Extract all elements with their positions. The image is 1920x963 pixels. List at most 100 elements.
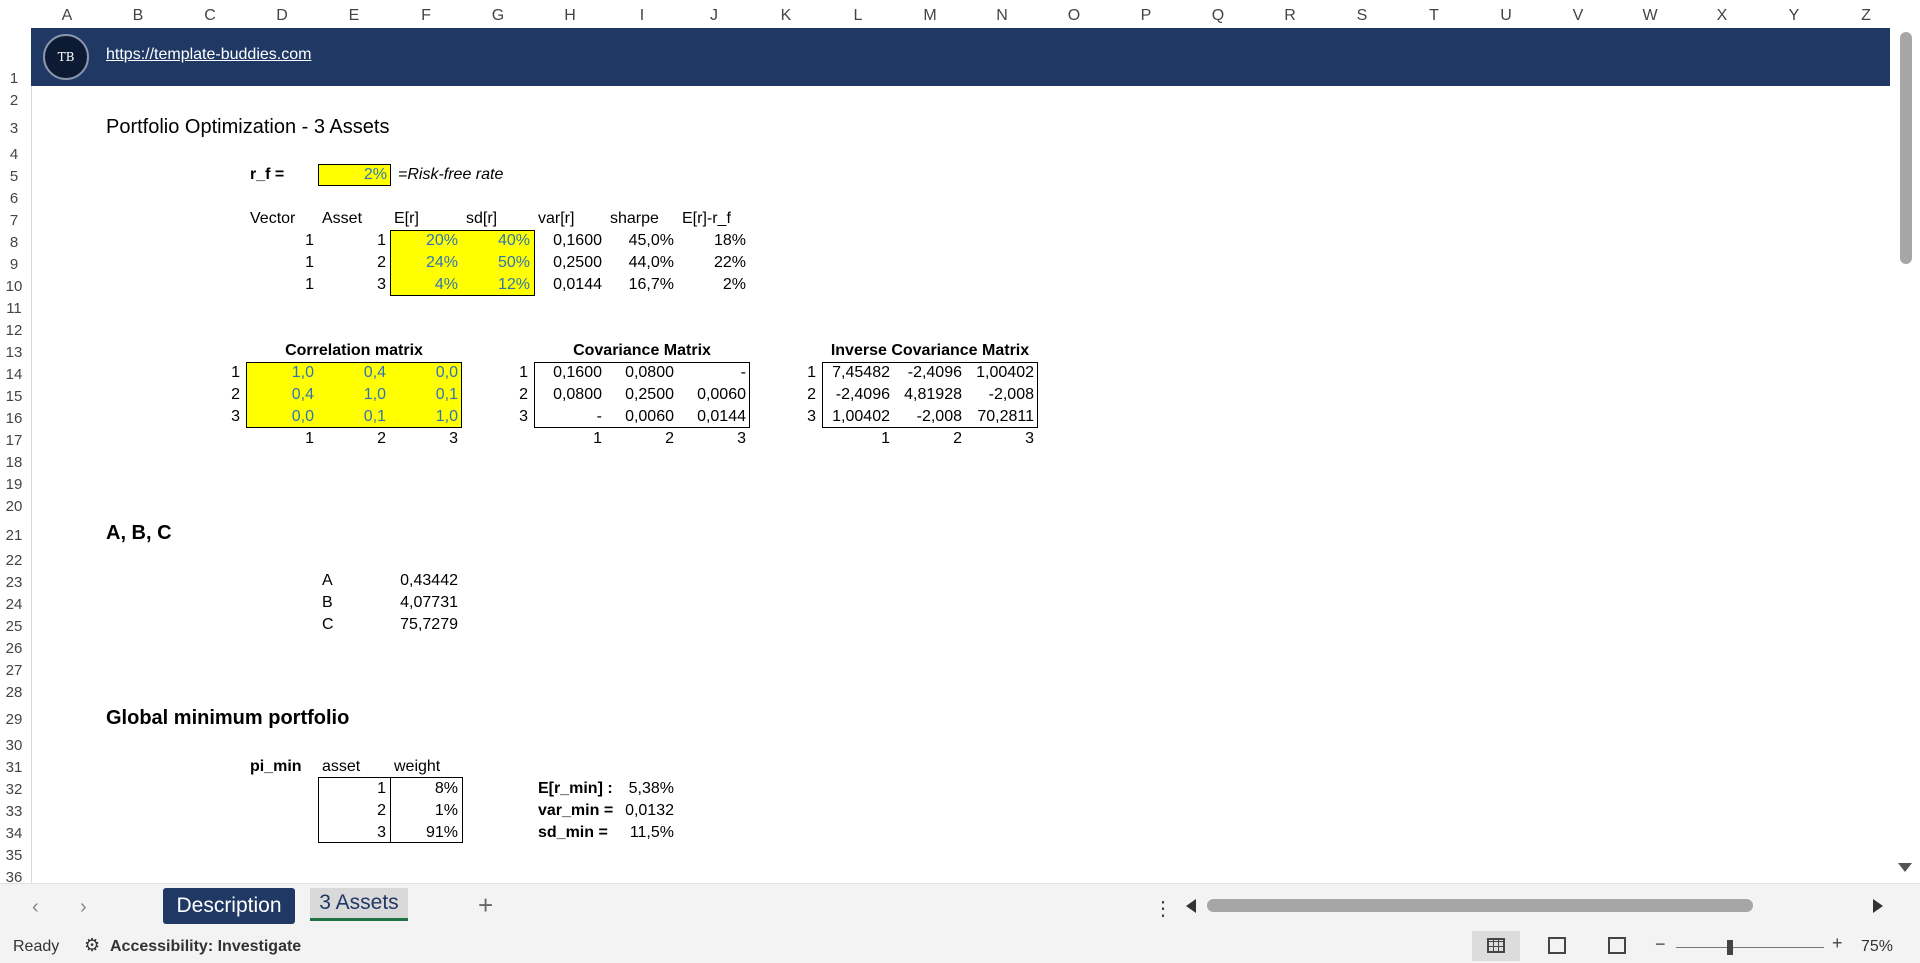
column-header-d[interactable]: D — [262, 0, 302, 28]
website-link[interactable]: https://template-buddies.com — [106, 46, 311, 64]
row-header-21[interactable]: 21 — [0, 527, 28, 544]
assets-header-4: var[r] — [538, 210, 575, 227]
row-header-14[interactable]: 14 — [0, 366, 28, 383]
row-header-19[interactable]: 19 — [0, 476, 28, 493]
assets-cell: 2% — [722, 276, 746, 293]
matrix-cell: 1,00402 — [832, 408, 890, 425]
horizontal-scroll-thumb[interactable] — [1207, 899, 1753, 912]
more-options-icon[interactable]: ⋮ — [1153, 896, 1173, 921]
scroll-down-icon[interactable] — [1898, 863, 1912, 872]
column-header-u[interactable]: U — [1486, 0, 1526, 28]
column-header-m[interactable]: M — [910, 0, 950, 28]
row-header-32[interactable]: 32 — [0, 781, 28, 798]
column-header-k[interactable]: K — [766, 0, 806, 28]
scroll-left-icon[interactable] — [1186, 899, 1196, 913]
next-sheet-icon[interactable]: › — [80, 896, 87, 919]
column-header-c[interactable]: C — [190, 0, 230, 28]
row-header-34[interactable]: 34 — [0, 825, 28, 842]
matrix-col-label: 3 — [737, 430, 746, 447]
status-ready: Ready — [13, 938, 60, 955]
zoom-level[interactable]: 75% — [1861, 937, 1893, 957]
column-header-i[interactable]: I — [622, 0, 662, 28]
row-header-33[interactable]: 33 — [0, 803, 28, 820]
zoom-in-icon[interactable]: + — [1832, 933, 1843, 954]
column-header-p[interactable]: P — [1126, 0, 1166, 28]
zoom-slider-thumb[interactable] — [1727, 940, 1733, 955]
column-header-t[interactable]: T — [1414, 0, 1454, 28]
row-header-31[interactable]: 31 — [0, 759, 28, 776]
row-header-23[interactable]: 23 — [0, 574, 28, 591]
column-header-a[interactable]: A — [47, 0, 87, 28]
row-header-17[interactable]: 17 — [0, 432, 28, 449]
row-header-9[interactable]: 9 — [0, 256, 28, 273]
matrix-row-label: 3 — [519, 408, 528, 425]
matrix-cell: -2,4096 — [835, 386, 890, 403]
prev-sheet-icon[interactable]: ‹ — [32, 896, 39, 919]
abc-value: 4,07731 — [400, 594, 458, 611]
row-header-22[interactable]: 22 — [0, 552, 28, 569]
row-header-11[interactable]: 11 — [0, 300, 28, 317]
matrix-title-covariance: Covariance Matrix — [573, 342, 711, 359]
accessibility-status[interactable]: Accessibility: Investigate — [110, 937, 301, 957]
column-header-h[interactable]: H — [550, 0, 590, 28]
row-header-3[interactable]: 3 — [0, 120, 28, 137]
matrix-col-label: 2 — [953, 430, 962, 447]
column-header-n[interactable]: N — [982, 0, 1022, 28]
row-header-26[interactable]: 26 — [0, 640, 28, 657]
assets-header-3: sd[r] — [466, 210, 498, 227]
column-header-b[interactable]: B — [118, 0, 158, 28]
column-header-q[interactable]: Q — [1198, 0, 1238, 28]
row-header-10[interactable]: 10 — [0, 278, 28, 295]
column-header-x[interactable]: X — [1702, 0, 1742, 28]
gmp-stat-value: 5,38% — [628, 780, 674, 797]
vertical-scroll-thumb[interactable] — [1900, 32, 1912, 264]
tab-description[interactable]: Description — [163, 888, 295, 924]
column-header-g[interactable]: G — [478, 0, 518, 28]
row-header-1[interactable]: 1 — [0, 70, 28, 87]
row-header-2[interactable]: 2 — [0, 92, 28, 109]
tab-3-assets[interactable]: 3 Assets — [310, 888, 408, 921]
add-sheet-icon[interactable]: + — [478, 890, 493, 921]
row-header-28[interactable]: 28 — [0, 684, 28, 701]
assets-cell: 12% — [497, 276, 530, 293]
page-layout-icon[interactable] — [1548, 937, 1566, 954]
row-header-13[interactable]: 13 — [0, 344, 28, 361]
column-header-l[interactable]: L — [838, 0, 878, 28]
row-header-27[interactable]: 27 — [0, 662, 28, 679]
row-header-24[interactable]: 24 — [0, 596, 28, 613]
row-header-20[interactable]: 20 — [0, 498, 28, 515]
assets-cell: 1 — [377, 232, 386, 249]
gmp-asset: 3 — [377, 824, 386, 841]
row-header-6[interactable]: 6 — [0, 190, 28, 207]
row-header-5[interactable]: 5 — [0, 168, 28, 185]
assets-header-1: Asset — [322, 210, 363, 227]
column-header-o[interactable]: O — [1054, 0, 1094, 28]
page-break-icon[interactable] — [1608, 937, 1626, 954]
row-header-35[interactable]: 35 — [0, 847, 28, 864]
column-header-s[interactable]: S — [1342, 0, 1382, 28]
row-header-25[interactable]: 25 — [0, 618, 28, 635]
accessibility-icon[interactable]: ⚙ — [84, 935, 100, 956]
zoom-out-icon[interactable]: − — [1655, 934, 1666, 955]
row-header-15[interactable]: 15 — [0, 388, 28, 405]
row-header-7[interactable]: 7 — [0, 212, 28, 229]
column-header-y[interactable]: Y — [1774, 0, 1814, 28]
column-header-w[interactable]: W — [1630, 0, 1670, 28]
column-header-f[interactable]: F — [406, 0, 446, 28]
row-header-4[interactable]: 4 — [0, 146, 28, 163]
matrix-row-label: 2 — [807, 386, 816, 403]
row-header-16[interactable]: 16 — [0, 410, 28, 427]
column-header-r[interactable]: R — [1270, 0, 1310, 28]
scroll-right-icon[interactable] — [1873, 899, 1883, 913]
column-header-z[interactable]: Z — [1846, 0, 1886, 28]
assets-cell: 18% — [713, 232, 746, 249]
row-header-18[interactable]: 18 — [0, 454, 28, 471]
column-header-j[interactable]: J — [694, 0, 734, 28]
column-header-e[interactable]: E — [334, 0, 374, 28]
row-header-8[interactable]: 8 — [0, 234, 28, 251]
row-header-12[interactable]: 12 — [0, 322, 28, 339]
column-header-v[interactable]: V — [1558, 0, 1598, 28]
row-header-30[interactable]: 30 — [0, 737, 28, 754]
zoom-slider[interactable] — [1676, 947, 1824, 948]
row-header-29[interactable]: 29 — [0, 711, 28, 728]
